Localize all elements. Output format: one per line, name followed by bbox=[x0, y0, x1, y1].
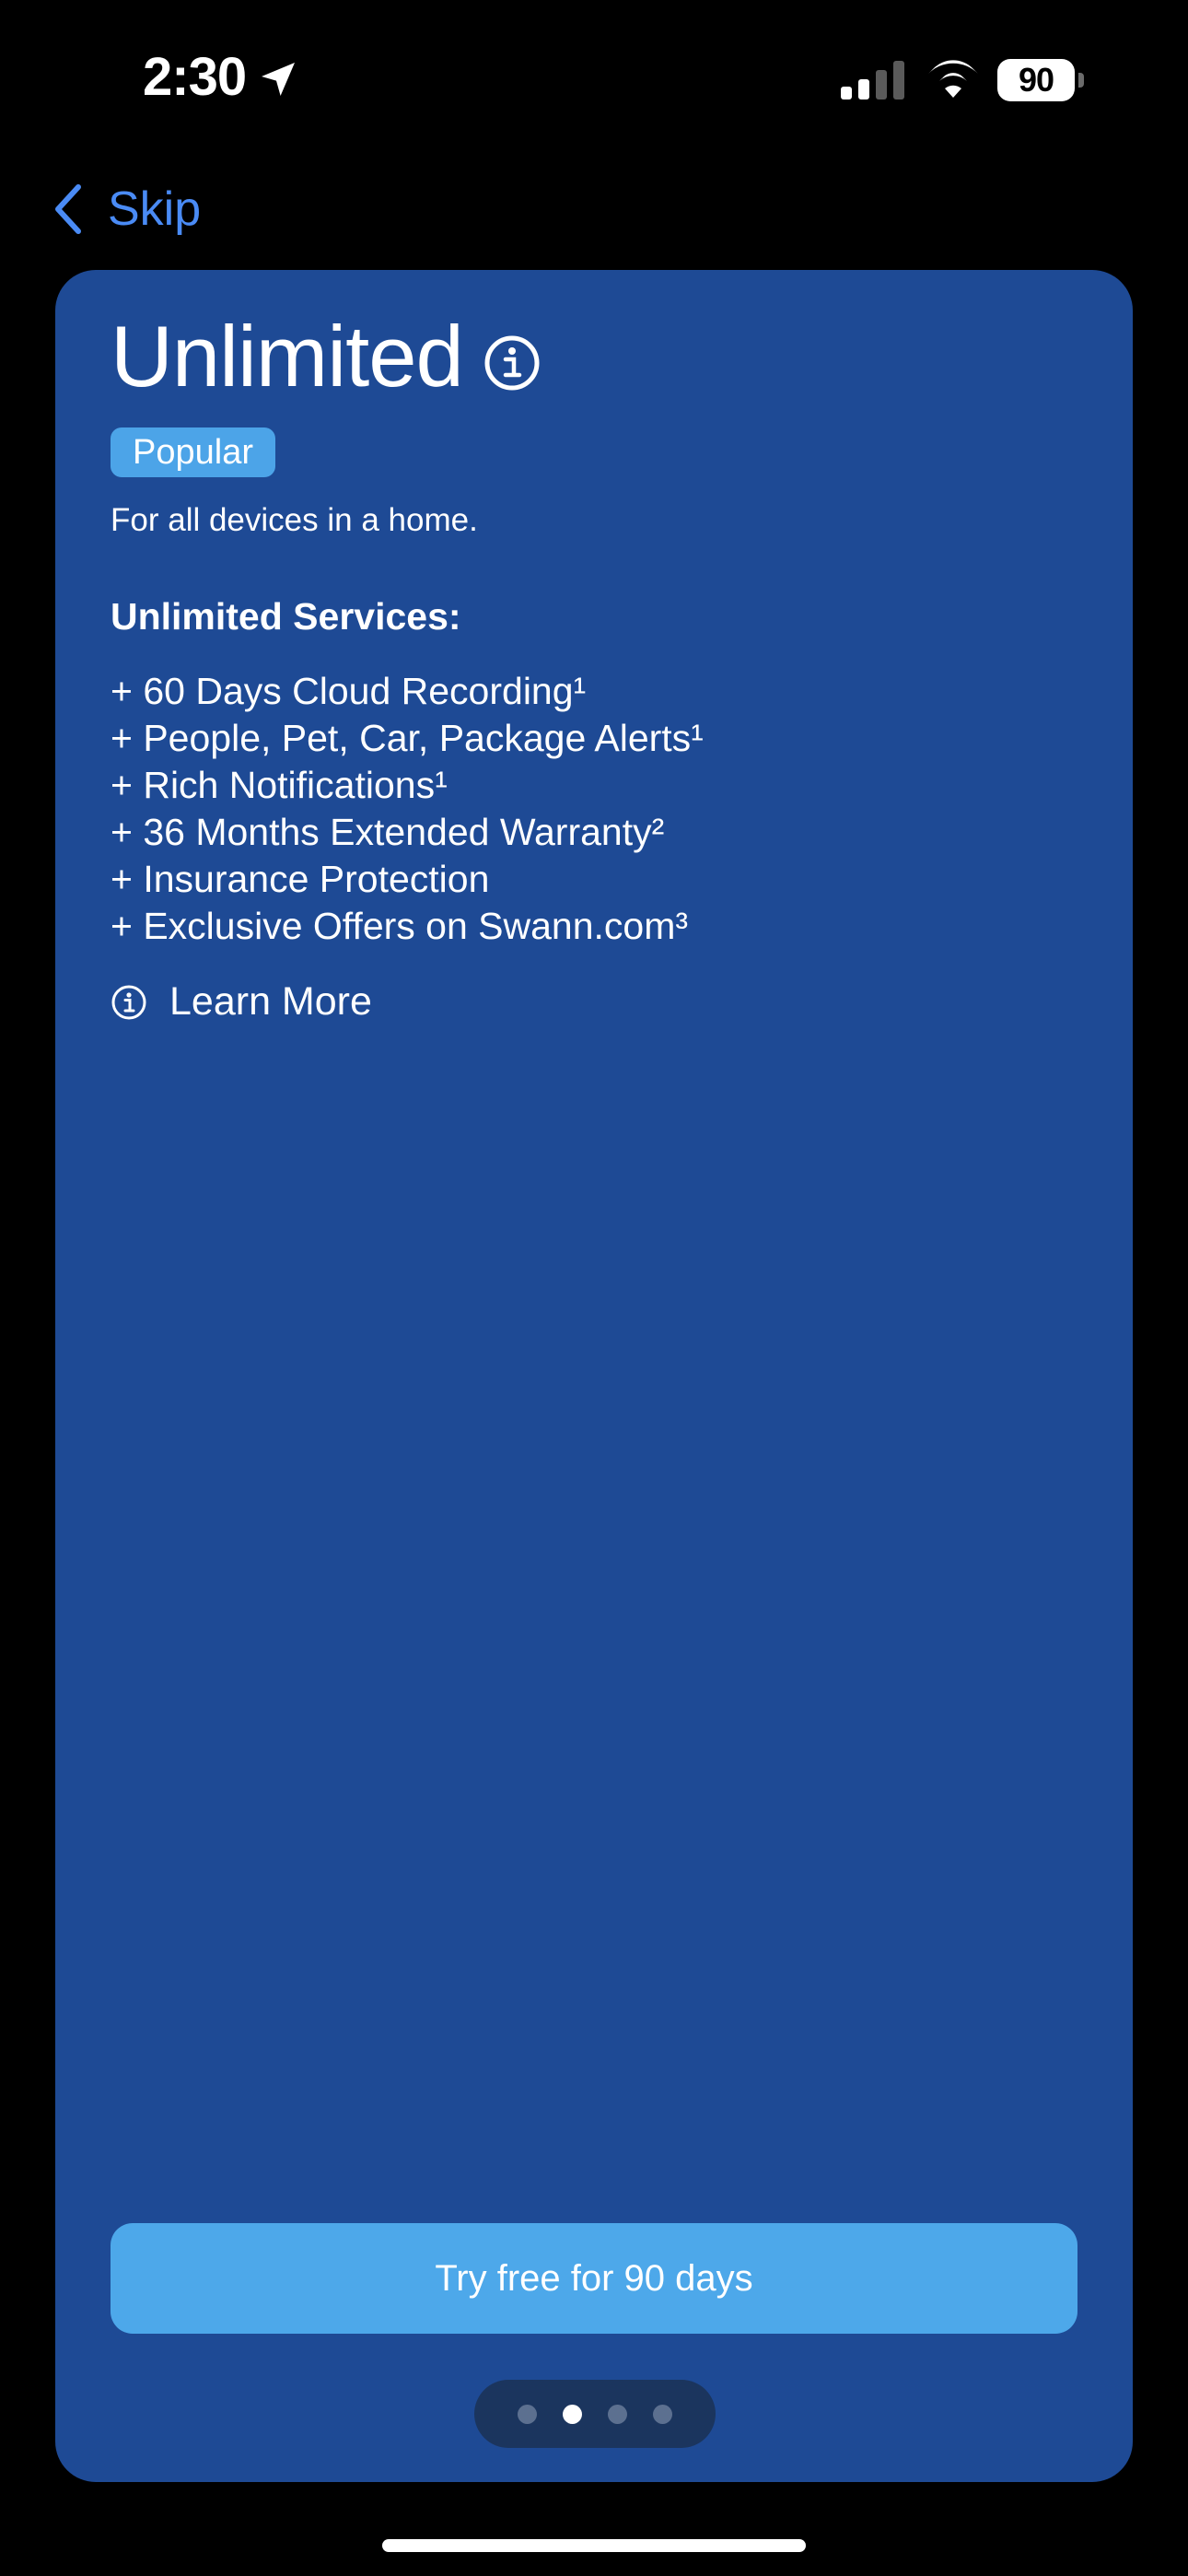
skip-label: Skip bbox=[108, 182, 202, 236]
service-list: + 60 Days Cloud Recording¹ + People, Pet… bbox=[111, 668, 704, 950]
list-item: + Exclusive Offers on Swann.com³ bbox=[111, 905, 689, 947]
list-item: + 60 Days Cloud Recording¹ bbox=[111, 670, 587, 712]
plan-card: Unlimited Popular For all devices in a h… bbox=[55, 270, 1133, 2482]
popular-badge: Popular bbox=[111, 427, 275, 477]
plan-title: Unlimited bbox=[111, 308, 464, 404]
plan-subtitle: For all devices in a home. bbox=[111, 502, 478, 538]
page-dot-active[interactable] bbox=[563, 2404, 582, 2424]
learn-more-link[interactable]: Learn More bbox=[111, 979, 372, 1025]
page-dot[interactable] bbox=[518, 2404, 537, 2424]
info-circle-icon[interactable] bbox=[483, 334, 541, 392]
info-circle-icon bbox=[111, 985, 146, 1019]
list-item: + 36 Months Extended Warranty² bbox=[111, 811, 665, 853]
page-dot[interactable] bbox=[608, 2404, 627, 2424]
battery-level: 90 bbox=[997, 59, 1075, 101]
try-free-button[interactable]: Try free for 90 days bbox=[111, 2223, 1077, 2334]
battery-cap bbox=[1078, 73, 1084, 88]
status-time: 2:30 bbox=[143, 47, 247, 107]
wifi-icon bbox=[928, 60, 978, 98]
battery-icon: 90 bbox=[997, 59, 1084, 101]
list-item: + Rich Notifications¹ bbox=[111, 764, 448, 806]
location-arrow-icon bbox=[262, 63, 295, 96]
services-heading: Unlimited Services: bbox=[111, 595, 461, 638]
page-indicator[interactable] bbox=[474, 2380, 716, 2448]
list-item: + People, Pet, Car, Package Alerts¹ bbox=[111, 717, 704, 759]
chevron-left-icon bbox=[55, 184, 81, 234]
cellular-signal-icon bbox=[841, 61, 904, 100]
plan-title-row: Unlimited bbox=[111, 307, 541, 406]
skip-button[interactable]: Skip bbox=[51, 177, 201, 241]
home-indicator[interactable] bbox=[382, 2539, 806, 2552]
page-dot[interactable] bbox=[653, 2404, 672, 2424]
list-item: + Insurance Protection bbox=[111, 858, 490, 900]
status-bar: 2:30 90 bbox=[0, 0, 1188, 157]
learn-more-label: Learn More bbox=[169, 979, 372, 1024]
